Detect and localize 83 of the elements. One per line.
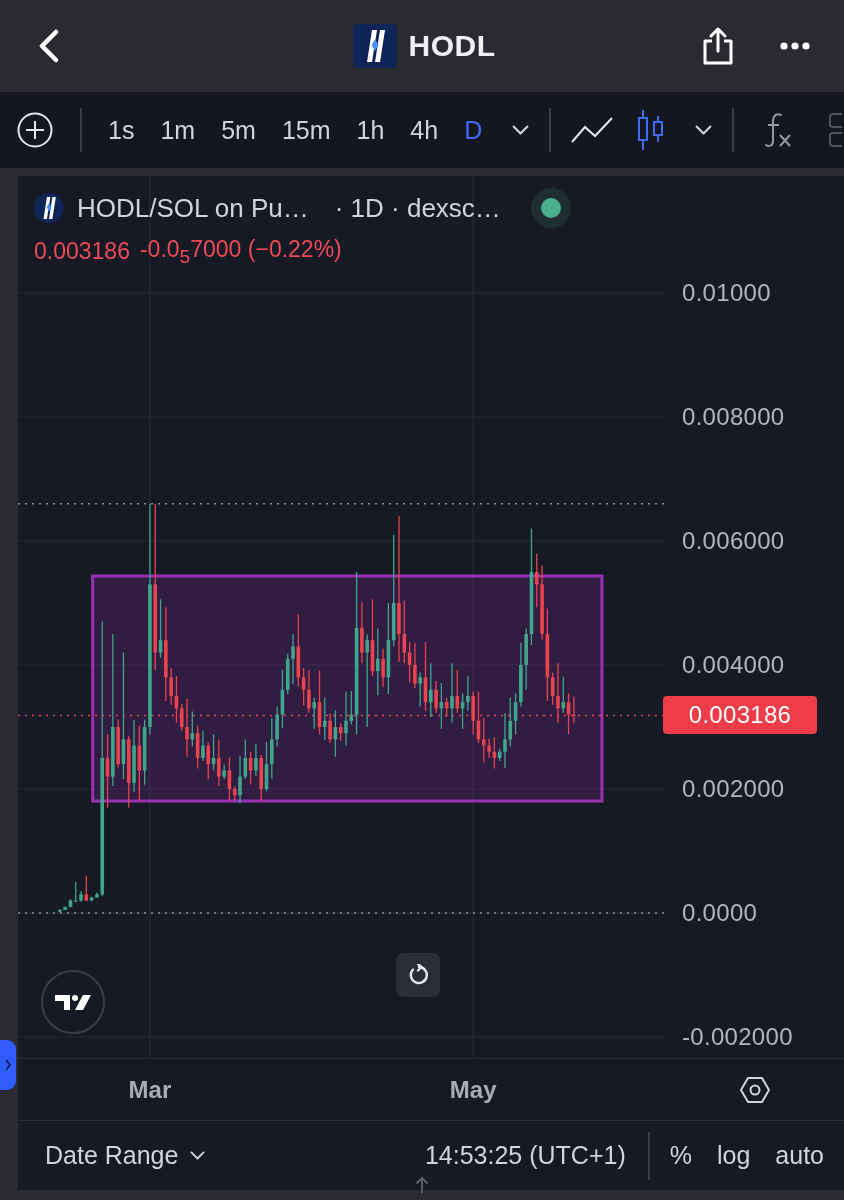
interval-tab[interactable]: 5m [221,115,256,145]
status-dot-icon [530,188,571,228]
symbol-details: · 1D · dexsc… [334,192,501,224]
interval-tab[interactable]: 15m [281,115,331,145]
time-label: May [449,1075,497,1104]
interval-tab[interactable]: D [464,115,483,145]
chevron-down-icon [512,124,530,136]
interval-tab[interactable]: 1m [160,115,196,145]
function-icon[interactable] [764,112,793,148]
interval-tab[interactable]: 4h [410,115,439,145]
side-panel-toggle[interactable] [0,1040,16,1090]
candlestick [434,680,438,714]
candlestick [428,662,433,718]
scale-option[interactable]: auto [775,1141,824,1170]
interval-tab[interactable]: 1h [356,115,385,145]
share-icon[interactable] [702,26,734,66]
candlestick [179,703,184,732]
candlestick [169,667,173,706]
candlestick [217,738,221,787]
reset-chart-button[interactable] [396,953,440,997]
chevron-right-icon [5,1059,11,1071]
chart-logo-icon[interactable] [41,970,105,1034]
price-label: 0.01000 [682,279,771,307]
time-label: Mar [128,1075,172,1104]
candlestick [381,648,385,688]
price-label: 0.006000 [682,527,785,555]
line-chart-icon[interactable] [571,117,614,143]
price-range-rectangle[interactable] [91,574,604,803]
chevron-down-icon [190,1151,206,1160]
price-label: -0.002000 [682,1022,793,1051]
price-label: 0.002000 [682,775,785,803]
candlestick [291,633,295,685]
back-icon[interactable] [38,29,60,63]
candlestick [201,730,205,762]
last-price-text: 0.003186 [34,238,130,266]
candlestick [344,691,348,747]
clock-time: 14:53:25 (UTC+1) [424,1141,626,1170]
candlestick [312,697,317,730]
candlestick [450,662,454,724]
candlestick [572,695,576,724]
candlestick [418,671,422,708]
symbol-name[interactable]: HODL/SOL on Pu… [77,192,309,224]
candlestick [376,627,380,697]
candlestick [561,676,566,714]
candlestick [481,717,486,763]
candlestick [238,755,242,804]
price-label: 0.008000 [682,403,785,431]
candlestick [413,642,417,689]
token-logo-icon [352,24,397,68]
candlestick [455,669,460,714]
settings-icon[interactable] [739,1075,770,1104]
candlestick [402,599,407,664]
candlestick-icon[interactable] [637,110,666,150]
candlestick [556,662,560,724]
chevron-down-icon [695,124,713,136]
candlestick [508,697,513,747]
page-title: HODL [408,29,496,63]
rotate-icon [407,964,429,986]
candlestick [73,881,78,902]
candlestick [206,741,211,780]
scale-option[interactable]: log [716,1141,751,1170]
candlestick [323,697,327,741]
candlestick [534,552,539,608]
candlestick [84,875,89,902]
add-indicator-icon[interactable] [17,112,53,148]
token-logo-icon [34,193,64,223]
candlestick [466,675,470,712]
price-label: 0.0000 [682,898,758,927]
scale-option[interactable]: % [669,1141,692,1170]
candlestick [503,712,507,769]
candlestick [254,743,258,777]
last-price-badge: 0.003186 [663,696,817,735]
interval-tab[interactable]: 1s [108,115,135,145]
price-label: 0.004000 [682,651,785,679]
more-icon[interactable] [780,42,810,50]
up-arrow-icon [415,1176,429,1194]
candlestick [307,669,311,714]
candlestick [185,698,189,758]
date-range-button[interactable]: Date Range [45,1141,206,1170]
candlestick [328,712,332,744]
candlestick [365,633,369,728]
price-change-text: -0.0$_{5}$7000 (−0.22%) [139,236,342,268]
candlestick [487,738,491,759]
